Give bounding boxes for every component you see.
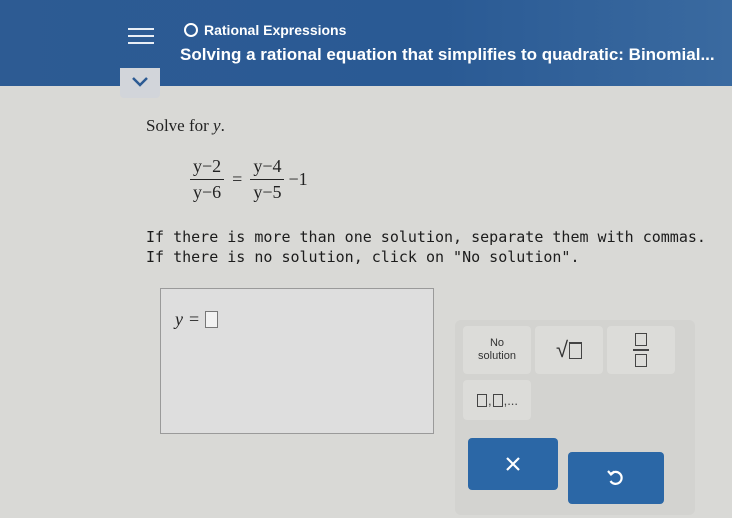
question-prompt: Solve for y. <box>146 116 225 136</box>
topic-label: Rational Expressions <box>204 22 347 38</box>
chevron-down-icon <box>132 77 148 87</box>
prompt-end: . <box>220 116 225 135</box>
no-solution-button[interactable]: No solution <box>463 326 531 374</box>
fraction-bottom-box-icon <box>635 353 647 367</box>
list-button[interactable]: ,,... <box>463 380 531 420</box>
fraction-button[interactable] <box>607 326 675 374</box>
fraction-bar-icon <box>633 349 649 351</box>
no-solution-line1: No <box>489 337 505 349</box>
fraction-top-box-icon <box>635 333 647 347</box>
collapse-button[interactable] <box>120 68 160 98</box>
top-bar: Rational Expressions Solving a rational … <box>0 0 732 86</box>
equals-sign: = <box>232 169 243 189</box>
list-suffix: ,... <box>503 392 519 408</box>
answer-equals: = <box>189 309 200 329</box>
no-solution-line2: solution <box>478 350 516 362</box>
clear-button[interactable] <box>468 438 558 490</box>
rhs-numerator: y−4 <box>250 156 285 180</box>
instruction-none: If there is no solution, click on "No so… <box>146 248 580 266</box>
answer-variable: y <box>175 309 183 329</box>
rhs-tail: −1 <box>288 169 308 189</box>
progress-circle-icon <box>184 23 198 37</box>
x-icon <box>506 457 520 471</box>
rhs-denominator: y−5 <box>253 182 282 202</box>
sqrt-box-icon <box>569 341 583 359</box>
sqrt-button[interactable]: √ <box>535 326 603 374</box>
prompt-variable: y <box>213 116 221 135</box>
undo-icon <box>607 470 623 485</box>
equation: y−2 y−6 = y−4 y−5 −1 <box>186 156 308 203</box>
prompt-text: Solve for <box>146 116 209 135</box>
lhs-fraction: y−2 y−6 <box>190 156 225 203</box>
answer-input[interactable] <box>205 311 219 328</box>
list-box-icon <box>476 393 487 407</box>
page-title: Solving a rational equation that simplif… <box>180 45 715 64</box>
topic-row: Rational Expressions <box>184 20 346 40</box>
rhs-fraction: y−4 y−5 <box>250 156 285 203</box>
lhs-denominator: y−6 <box>193 182 222 202</box>
lhs-numerator: y−2 <box>190 156 225 180</box>
list-box-icon <box>492 393 503 407</box>
answer-row: y = <box>175 309 219 330</box>
instruction-multiple: If there is more than one solution, sepa… <box>146 228 706 246</box>
sqrt-icon: √ <box>555 337 569 362</box>
hamburger-icon[interactable] <box>128 24 154 48</box>
undo-button[interactable] <box>568 452 664 504</box>
answer-area[interactable]: y = <box>160 288 434 434</box>
